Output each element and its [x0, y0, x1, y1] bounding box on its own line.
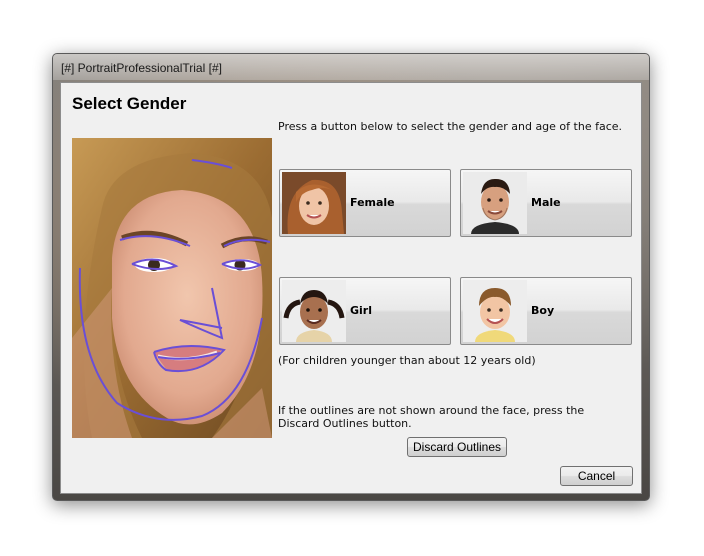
- boy-label: Boy: [531, 304, 555, 317]
- title-bar[interactable]: [#] PortraitProfessionalTrial [#]: [53, 54, 649, 80]
- instruction-text: Press a button below to select the gende…: [278, 120, 623, 133]
- face-photo: [72, 138, 272, 438]
- female-button[interactable]: Female: [279, 169, 451, 237]
- female-face-thumbnail: [282, 172, 346, 234]
- window-title: [#] PortraitProfessionalTrial [#]: [61, 61, 222, 75]
- children-note: (For children younger than about 12 year…: [278, 354, 536, 367]
- face-photo-image: [72, 138, 272, 438]
- girl-label: Girl: [350, 304, 372, 317]
- girl-face-thumbnail: [282, 280, 346, 342]
- male-face-thumbnail: [463, 172, 527, 234]
- male-button[interactable]: Male: [460, 169, 632, 237]
- female-label: Female: [350, 196, 395, 209]
- cancel-button[interactable]: Cancel: [560, 466, 633, 486]
- outlines-note: If the outlines are not shown around the…: [278, 404, 585, 430]
- male-label: Male: [531, 196, 561, 209]
- dialog-client-area: Select Gender Press a button below to se…: [60, 82, 642, 494]
- dialog-window: [#] PortraitProfessionalTrial [#] Select…: [52, 53, 650, 501]
- discard-outlines-button[interactable]: Discard Outlines: [407, 437, 507, 457]
- boy-face-thumbnail: [463, 280, 527, 342]
- page-title: Select Gender: [72, 94, 187, 113]
- girl-button[interactable]: Girl: [279, 277, 451, 345]
- boy-button[interactable]: Boy: [460, 277, 632, 345]
